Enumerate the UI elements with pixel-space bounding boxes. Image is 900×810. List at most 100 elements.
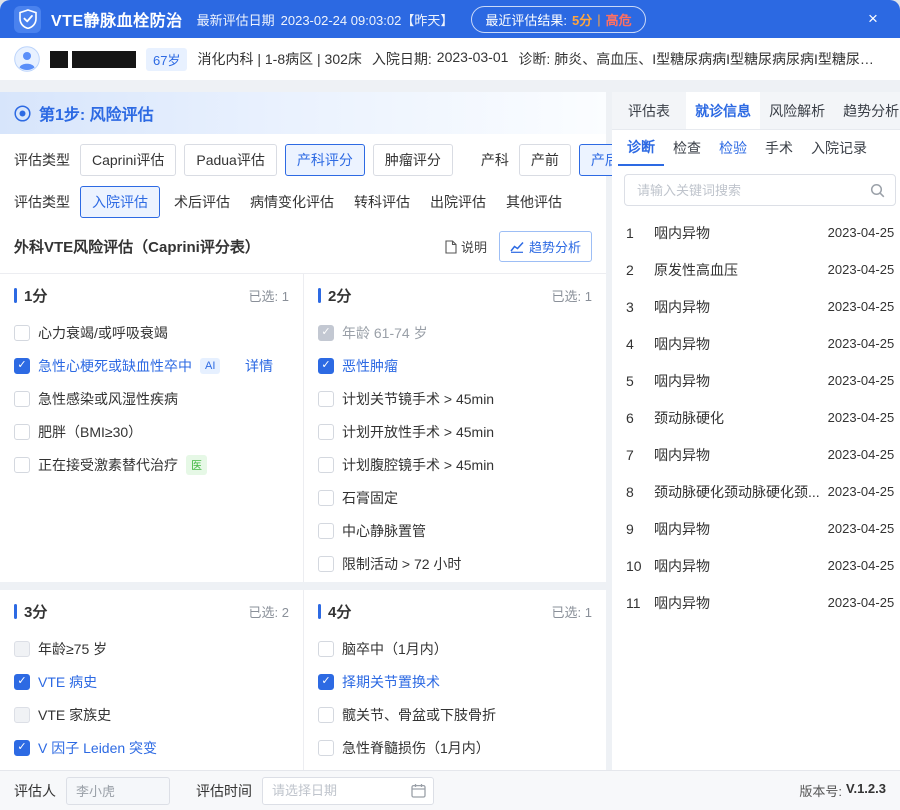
risk-factor-groups: 1分 已选: 1 心力衰竭/或呼吸衰竭✓急性心梗死或缺血性卒中AI详情急性感染或…	[0, 273, 606, 770]
option-padua[interactable]: Padua评估	[184, 144, 276, 176]
checkbox[interactable]	[318, 523, 334, 539]
diagnosis-row[interactable]: 2原发性高血压2023-04-25	[612, 251, 900, 288]
subtab-surgery[interactable]: 手术	[756, 130, 802, 166]
option-obstetric-score[interactable]: 产科评分	[285, 144, 365, 176]
risk-factor-item[interactable]: 石膏固定	[318, 481, 592, 514]
app-logo-shield-icon	[14, 6, 41, 33]
checkbox[interactable]	[14, 325, 30, 341]
assessor-input[interactable]	[66, 777, 170, 805]
checkbox[interactable]: ✓	[318, 325, 334, 341]
checkbox[interactable]: ✓	[14, 674, 30, 690]
diagnosis-name: 颈动脉硬化颈动脉硬化颈...	[654, 482, 828, 502]
option-prenatal[interactable]: 产前	[519, 144, 571, 176]
diagnosis-row[interactable]: 9咽内异物2023-04-25	[612, 510, 900, 547]
search-icon[interactable]	[870, 183, 885, 198]
titlebar: VTE静脉血栓防治 最新评估日期 2023-02-24 09:03:02【昨天】…	[0, 0, 900, 38]
assess-time-label: 评估时间	[196, 781, 252, 801]
risk-factor-label: 急性心梗死或缺血性卒中	[38, 356, 192, 376]
recent-result-separator: |	[597, 12, 600, 27]
checkbox[interactable]	[318, 424, 334, 440]
risk-factor-item[interactable]: 计划腹腔镜手术 > 45min	[318, 448, 592, 481]
risk-factor-item[interactable]: 计划开放性手术 > 45min	[318, 415, 592, 448]
assess-time-input[interactable]	[262, 777, 434, 805]
risk-factor-item[interactable]: 限制活动 > 72 小时	[318, 547, 592, 580]
option-tumor-score[interactable]: 肿瘤评分	[373, 144, 453, 176]
tab-assessment-table[interactable]: 评估表	[612, 92, 686, 129]
option-other-assess[interactable]: 其他评估	[500, 187, 568, 217]
diagnosis-name: 咽内异物	[654, 297, 828, 317]
risk-factor-item[interactable]: 计划关节镜手术 > 45min	[318, 382, 592, 415]
recent-result-label: 最近评估结果:	[485, 10, 567, 29]
risk-factor-item[interactable]: 正在接受激素替代治疗医	[14, 448, 289, 481]
diagnosis-row[interactable]: 8颈动脉硬化颈动脉硬化颈...2023-04-25	[612, 473, 900, 510]
diagnosis-row[interactable]: 11咽内异物2023-04-25	[612, 584, 900, 621]
diagnosis-row[interactable]: 1咽内异物2023-04-25	[612, 214, 900, 251]
tab-trend-analysis[interactable]: 趋势分析	[834, 92, 900, 129]
option-discharge-assess[interactable]: 出院评估	[424, 187, 492, 217]
checkbox[interactable]	[14, 457, 30, 473]
diagnosis-index: 1	[626, 225, 654, 241]
risk-factor-item[interactable]: 急性感染或风湿性疾病	[14, 382, 289, 415]
checkbox[interactable]	[318, 556, 334, 572]
latest-assessment-value: 2023-02-24 09:03:02【昨天】	[281, 10, 454, 29]
checkbox[interactable]	[318, 457, 334, 473]
group-gap	[0, 582, 606, 590]
risk-factor-item[interactable]: 急性脊髓损伤（1月内）	[318, 731, 592, 764]
diagnosis-row[interactable]: 5咽内异物2023-04-25	[612, 362, 900, 399]
footer-bar: 评估人 评估时间 版本号: V.1.2.3	[0, 770, 900, 810]
risk-factor-item[interactable]: 心力衰竭/或呼吸衰竭	[14, 316, 289, 349]
checkbox[interactable]: ✓	[318, 674, 334, 690]
diagnosis-row[interactable]: 7咽内异物2023-04-25	[612, 436, 900, 473]
detail-link[interactable]: 详情	[245, 356, 273, 376]
checkbox[interactable]	[14, 641, 30, 657]
trend-analysis-button[interactable]: 趋势分析	[499, 231, 592, 262]
risk-factor-item[interactable]: 肥胖（BMI≥30）	[14, 415, 289, 448]
risk-factor-item[interactable]: 年龄≥75 岁	[14, 632, 289, 665]
tab-visit-info[interactable]: 就诊信息	[686, 92, 760, 129]
diagnosis-row[interactable]: 6颈动脉硬化2023-04-25	[612, 399, 900, 436]
option-transfer-assess[interactable]: 转科评估	[348, 187, 416, 217]
subtab-admission-record[interactable]: 入院记录	[802, 130, 876, 166]
patient-name-redacted	[50, 51, 136, 68]
risk-factor-label: 年龄≥75 岁	[38, 639, 107, 659]
checkbox[interactable]	[14, 707, 30, 723]
option-admission-assess[interactable]: 入院评估	[80, 186, 160, 218]
subtab-diagnosis[interactable]: 诊断	[618, 130, 664, 166]
checkbox[interactable]	[14, 391, 30, 407]
risk-factor-item[interactable]: ✓恶性肿瘤	[318, 349, 592, 382]
risk-factor-item[interactable]: ✓年龄 61-74 岁	[318, 316, 592, 349]
risk-factor-item[interactable]: 脑卒中（1月内）	[318, 632, 592, 665]
checkbox[interactable]: ✓	[14, 358, 30, 374]
risk-factor-item[interactable]: ✓择期关节置换术	[318, 665, 592, 698]
subtab-lab-test[interactable]: 检验	[710, 130, 756, 166]
option-condition-change-assess[interactable]: 病情变化评估	[244, 187, 340, 217]
option-postop-assess[interactable]: 术后评估	[168, 187, 236, 217]
assessor-label: 评估人	[14, 781, 56, 801]
calendar-icon[interactable]	[411, 783, 426, 798]
checkbox[interactable]	[318, 740, 334, 756]
diagnosis-row[interactable]: 3咽内异物2023-04-25	[612, 288, 900, 325]
risk-factor-item[interactable]: ✓VTE 病史	[14, 665, 289, 698]
help-link[interactable]: 说明	[445, 237, 487, 256]
risk-factor-item[interactable]: ✓急性心梗死或缺血性卒中AI详情	[14, 349, 289, 382]
checkbox[interactable]	[318, 391, 334, 407]
close-icon[interactable]: ×	[860, 9, 886, 29]
diagnosis-row[interactable]: 4咽内异物2023-04-25	[612, 325, 900, 362]
search-input[interactable]	[635, 182, 862, 199]
checkbox[interactable]: ✓	[14, 740, 30, 756]
option-caprini[interactable]: Caprini评估	[80, 144, 176, 176]
risk-factor-item[interactable]: 中心静脉置管	[318, 514, 592, 547]
checkbox[interactable]	[318, 707, 334, 723]
step-title: 第1步: 风险评估	[39, 101, 154, 125]
checkbox[interactable]	[14, 424, 30, 440]
subtab-examination[interactable]: 检查	[664, 130, 710, 166]
checkbox[interactable]: ✓	[318, 358, 334, 374]
diagnosis-row[interactable]: 10咽内异物2023-04-25	[612, 547, 900, 584]
checkbox[interactable]	[318, 490, 334, 506]
checkbox[interactable]	[318, 641, 334, 657]
scale-header: 外科VTE风险评估（Caprini评分表） 说明 趋势分析	[0, 218, 606, 273]
risk-factor-item[interactable]: ✓V 因子 Leiden 突变	[14, 731, 289, 764]
risk-factor-item[interactable]: VTE 家族史	[14, 698, 289, 731]
risk-factor-item[interactable]: 髋关节、骨盆或下肢骨折	[318, 698, 592, 731]
tab-risk-analysis[interactable]: 风险解析	[760, 92, 834, 129]
